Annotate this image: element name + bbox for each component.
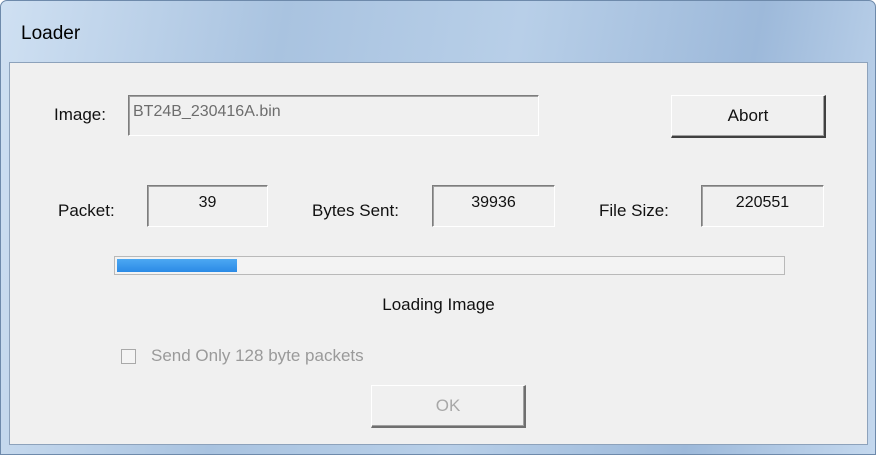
ok-button[interactable]: OK	[371, 385, 526, 428]
loader-window: Loader Image: BT24B_230416A.bin Abort Pa…	[0, 0, 876, 455]
status-text: Loading Image	[382, 295, 495, 314]
bytes-sent-value: 39936	[471, 194, 516, 211]
window-title: Loader	[21, 23, 81, 44]
packet-field: 39	[147, 185, 268, 227]
file-size-value: 220551	[735, 194, 790, 211]
packet-value: 39	[198, 194, 217, 211]
file-size-field: 220551	[701, 185, 824, 227]
abort-button[interactable]: Abort	[671, 95, 826, 138]
bytes-sent-field: 39936	[432, 185, 555, 227]
image-label: Image:	[54, 105, 106, 124]
bytes-sent-label: Bytes Sent:	[312, 201, 399, 220]
image-filename-value: BT24B_230416A.bin	[133, 103, 281, 120]
image-filename-field: BT24B_230416A.bin	[128, 95, 539, 136]
packet-label: Packet:	[58, 201, 115, 220]
send-128-byte-checkbox-label[interactable]: Send Only 128 byte packets	[151, 346, 364, 366]
file-size-label: File Size:	[599, 201, 669, 220]
send-128-byte-checkbox[interactable]	[121, 349, 136, 364]
dialog-client-area: Image: BT24B_230416A.bin Abort Packet: 3…	[9, 62, 868, 445]
progress-fill	[117, 259, 237, 272]
title-bar[interactable]: Loader	[1, 1, 875, 61]
progress-bar	[114, 256, 785, 275]
